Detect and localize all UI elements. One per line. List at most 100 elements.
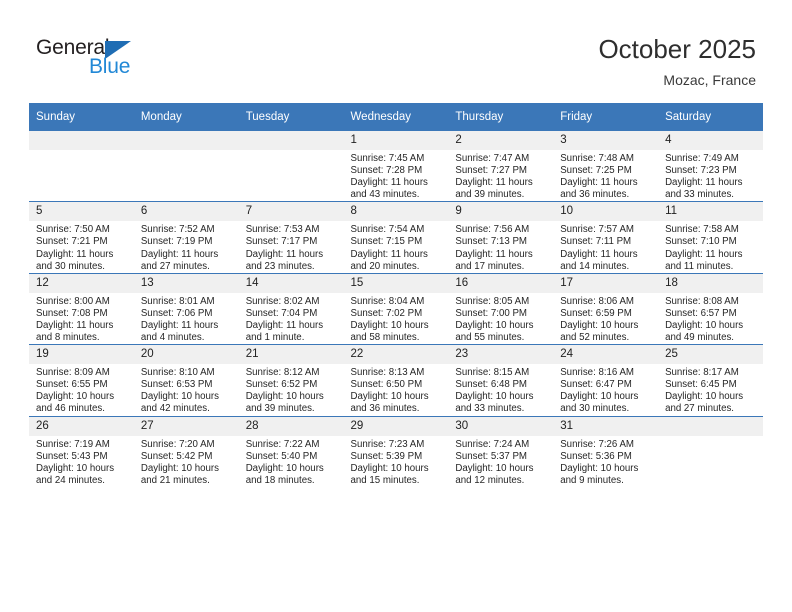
sunrise-text: Sunrise: 7:22 AM <box>245 438 320 450</box>
calendar-day-cell[interactable]: 22 Sunrise: 8:13 AM Sunset: 6:50 PM Dayligh… <box>343 344 449 416</box>
daylight-text: Daylight: 10 hours and 30 minutes. <box>560 391 639 415</box>
calendar-day-cell[interactable]: 7 Sunrise: 7:53 AM Sunset: 7:17 PM Daylight… <box>238 201 344 274</box>
day-number: 24 <box>553 345 659 365</box>
day-number: 23 <box>448 345 554 365</box>
sunrise-text: Sunrise: 7:50 AM <box>36 224 110 236</box>
daylight-text: Daylight: 11 hours and 27 minutes. <box>140 248 219 272</box>
daylight-text: Daylight: 10 hours and 36 minutes. <box>350 391 429 415</box>
day-details: Sunrise: 7:52 AM Sunset: 7:19 PM Daylight:… <box>134 221 239 272</box>
day-details: Sunrise: 7:47 AM Sunset: 7:27 PM Daylight:… <box>448 150 553 201</box>
daylight-text: Daylight: 10 hours and 42 minutes. <box>140 391 219 415</box>
sunrise-text: Sunrise: 8:06 AM <box>560 295 634 307</box>
calendar-day-cell[interactable]: 25 Sunrise: 8:17 AM Sunset: 6:45 PM Dayligh… <box>658 344 763 416</box>
daylight-text: Daylight: 11 hours and 1 minute. <box>245 319 324 344</box>
daylight-text: Daylight: 11 hours and 36 minutes. <box>560 177 638 201</box>
calendar-day-cell[interactable]: 31 Sunrise: 7:26 AM Sunset: 5:36 PM Dayligh… <box>553 415 659 487</box>
weekday-header-tuesday: Tuesday <box>238 103 344 131</box>
day-number: 5 <box>29 202 134 222</box>
calendar-day-cell[interactable]: 5 Sunrise: 7:50 AM Sunset: 7:21 PM Daylight… <box>29 201 134 274</box>
calendar-day-cell[interactable]: 6 Sunrise: 7:52 AM Sunset: 7:19 PM Daylight… <box>133 201 239 274</box>
daylight-text: Daylight: 11 hours and 4 minutes. <box>140 319 219 344</box>
daylight-text: Daylight: 10 hours and 15 minutes. <box>350 462 429 486</box>
daylight-text: Daylight: 10 hours and 24 minutes. <box>36 462 115 486</box>
calendar-day-cell[interactable]: 23 Sunrise: 8:15 AM Sunset: 6:48 PM Dayligh… <box>448 344 554 416</box>
sunset-text: Sunset: 7:17 PM <box>245 236 318 248</box>
sunrise-text: Sunrise: 7:47 AM <box>455 153 530 164</box>
sunrise-text: Sunrise: 7:48 AM <box>560 153 634 164</box>
sunrise-text: Sunrise: 8:17 AM <box>665 367 739 379</box>
day-number: 31 <box>553 416 659 436</box>
calendar-page: General Blue October 2025 Mozac, France … <box>0 0 792 612</box>
day-number: 25 <box>658 345 763 365</box>
day-details: Sunrise: 7:57 AM Sunset: 7:11 PM Daylight:… <box>553 221 658 272</box>
daylight-text: Daylight: 10 hours and 9 minutes. <box>560 462 639 486</box>
calendar-day-cell[interactable]: 12 Sunrise: 8:00 AM Sunset: 7:08 PM Dayligh… <box>29 272 134 345</box>
calendar-day-cell[interactable]: 2 Sunrise: 7:47 AM Sunset: 7:27 PM Daylight… <box>448 131 554 202</box>
daylight-text: Daylight: 11 hours and 20 minutes. <box>350 248 428 272</box>
day-details: Sunrise: 7:49 AM Sunset: 7:23 PM Daylight:… <box>658 150 763 201</box>
calendar-day-cell[interactable]: 30 Sunrise: 7:24 AM Sunset: 5:37 PM Dayligh… <box>448 415 554 487</box>
calendar-day-cell[interactable]: 9 Sunrise: 7:56 AM Sunset: 7:13 PM Daylight… <box>448 201 554 274</box>
calendar-day-cell[interactable]: 1 Sunrise: 7:45 AM Sunset: 7:28 PM Daylight… <box>343 131 449 202</box>
day-number <box>238 131 344 150</box>
calendar-day-cell[interactable]: 19 Sunrise: 8:09 AM Sunset: 6:55 PM Dayligh… <box>29 344 134 416</box>
daylight-text: Daylight: 10 hours and 33 minutes. <box>455 391 534 415</box>
day-details: Sunrise: 8:08 AM Sunset: 6:57 PM Daylight:… <box>658 293 763 344</box>
day-number <box>29 131 134 150</box>
calendar-header-row: Sunday Monday Tuesday Wednesday Thursday… <box>29 103 763 131</box>
day-details: Sunrise: 7:50 AM Sunset: 7:21 PM Daylight:… <box>29 221 134 272</box>
day-details: Sunrise: 8:01 AM Sunset: 7:06 PM Daylight:… <box>134 293 239 344</box>
calendar-grid: Sunday Monday Tuesday Wednesday Thursday… <box>29 103 763 487</box>
sunrise-text: Sunrise: 8:05 AM <box>455 295 530 307</box>
calendar-day-cell[interactable]: 10 Sunrise: 7:57 AM Sunset: 7:11 PM Dayligh… <box>553 201 659 274</box>
calendar-day-cell[interactable]: 17 Sunrise: 8:06 AM Sunset: 6:59 PM Dayligh… <box>553 272 659 345</box>
sunrise-text: Sunrise: 7:57 AM <box>560 224 634 236</box>
daylight-text: Daylight: 10 hours and 58 minutes. <box>350 319 429 344</box>
sunset-text: Sunset: 7:25 PM <box>560 165 632 177</box>
calendar-week-row: 1 Sunrise: 7:45 AM Sunset: 7:28 PM Daylight… <box>29 131 763 202</box>
calendar-day-cell[interactable]: 3 Sunrise: 7:48 AM Sunset: 7:25 PM Daylight… <box>553 131 659 202</box>
sunset-text: Sunset: 6:55 PM <box>36 379 108 391</box>
calendar-day-cell[interactable]: 16 Sunrise: 8:05 AM Sunset: 7:00 PM Dayligh… <box>448 272 554 345</box>
sunrise-text: Sunrise: 7:58 AM <box>665 224 739 236</box>
sunset-text: Sunset: 6:53 PM <box>140 379 213 391</box>
calendar-day-cell[interactable]: 11 Sunrise: 7:58 AM Sunset: 7:10 PM Dayligh… <box>658 201 763 274</box>
sunset-text: Sunset: 7:27 PM <box>455 165 527 177</box>
calendar-day-cell[interactable]: 24 Sunrise: 8:16 AM Sunset: 6:47 PM Dayligh… <box>553 344 659 416</box>
calendar-day-cell[interactable]: 13 Sunrise: 8:01 AM Sunset: 7:06 PM Dayligh… <box>133 272 239 345</box>
sunset-text: Sunset: 6:50 PM <box>350 379 423 391</box>
calendar-day-cell[interactable]: 26 Sunrise: 7:19 AM Sunset: 5:43 PM Dayligh… <box>29 415 134 487</box>
day-number: 3 <box>553 131 659 150</box>
calendar-day-cell[interactable]: 18 Sunrise: 8:08 AM Sunset: 6:57 PM Dayligh… <box>658 272 763 345</box>
calendar-day-cell[interactable]: 20 Sunrise: 8:10 AM Sunset: 6:53 PM Dayligh… <box>133 344 239 416</box>
day-details: Sunrise: 8:00 AM Sunset: 7:08 PM Daylight:… <box>29 293 134 344</box>
day-details: Sunrise: 8:12 AM Sunset: 6:52 PM Daylight:… <box>239 364 344 415</box>
sunset-text: Sunset: 7:19 PM <box>140 236 213 248</box>
sunrise-text: Sunrise: 7:19 AM <box>36 438 110 450</box>
day-details: Sunrise: 7:19 AM Sunset: 5:43 PM Daylight:… <box>29 436 134 487</box>
sunset-text: Sunset: 6:47 PM <box>560 379 632 391</box>
calendar-body: 1 Sunrise: 7:45 AM Sunset: 7:28 PM Daylight… <box>29 131 763 487</box>
calendar-day-cell[interactable]: 28 Sunrise: 7:22 AM Sunset: 5:40 PM Dayligh… <box>238 415 344 487</box>
calendar-cell-empty <box>658 415 763 487</box>
calendar-day-cell[interactable]: 29 Sunrise: 7:23 AM Sunset: 5:39 PM Dayligh… <box>343 415 449 487</box>
calendar-day-cell[interactable]: 27 Sunrise: 7:20 AM Sunset: 5:42 PM Dayligh… <box>133 415 239 487</box>
calendar-day-cell[interactable]: 21 Sunrise: 8:12 AM Sunset: 6:52 PM Dayligh… <box>238 344 344 416</box>
day-number: 2 <box>448 131 554 150</box>
sunrise-text: Sunrise: 7:20 AM <box>140 438 215 450</box>
day-number: 20 <box>133 345 239 365</box>
sunset-text: Sunset: 6:48 PM <box>455 379 527 391</box>
sunset-text: Sunset: 7:13 PM <box>455 236 527 248</box>
sunrise-text: Sunrise: 8:01 AM <box>140 295 215 307</box>
sunset-text: Sunset: 6:59 PM <box>560 307 632 319</box>
daylight-text: Daylight: 11 hours and 23 minutes. <box>245 248 324 272</box>
calendar-day-cell[interactable]: 4 Sunrise: 7:49 AM Sunset: 7:23 PM Daylight… <box>658 131 763 202</box>
calendar-day-cell[interactable]: 8 Sunrise: 7:54 AM Sunset: 7:15 PM Daylight… <box>343 201 449 274</box>
page-title: October 2025 <box>598 34 756 64</box>
day-details: Sunrise: 7:20 AM Sunset: 5:42 PM Daylight:… <box>134 436 239 487</box>
day-details: Sunrise: 8:13 AM Sunset: 6:50 PM Daylight:… <box>344 364 449 415</box>
sunset-text: Sunset: 5:43 PM <box>36 450 108 462</box>
calendar-day-cell[interactable]: 14 Sunrise: 8:02 AM Sunset: 7:04 PM Dayligh… <box>238 272 344 345</box>
calendar-day-cell[interactable]: 15 Sunrise: 8:04 AM Sunset: 7:02 PM Dayligh… <box>343 272 449 345</box>
generalblue-logo[interactable]: General Blue <box>36 37 216 87</box>
